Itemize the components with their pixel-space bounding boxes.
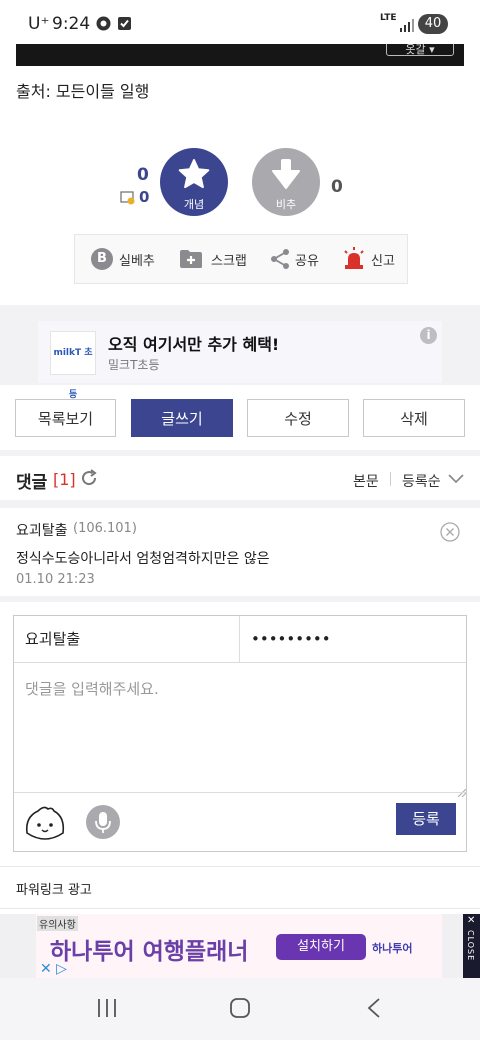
upvote-button[interactable]: 개념 (160, 148, 228, 216)
check-icon (117, 16, 132, 31)
spacer (0, 852, 480, 866)
share-label: 공유 (295, 253, 319, 269)
chevron-down-icon[interactable] (448, 470, 464, 489)
report-label: 신고 (371, 253, 395, 269)
comment-textarea[interactable]: 댓글을 입력해주세요. (25, 678, 159, 699)
section-divider-3 (0, 596, 480, 602)
status-bar: U⁺ 9:24 LTE 40 (0, 0, 480, 44)
battery-indicator: 40 (418, 14, 448, 34)
divider-line-2 (0, 908, 480, 909)
article-action-bar: B 실베추 스크랩 공유 신고 (74, 234, 408, 284)
microphone-icon[interactable] (86, 805, 120, 843)
sort-divider (390, 472, 391, 486)
folder-plus-icon (179, 249, 203, 269)
edit-button[interactable]: 수정 (247, 399, 349, 437)
list-button[interactable]: 목록보기 (15, 399, 116, 437)
section-divider (0, 450, 480, 456)
ad-notice[interactable]: 유의사항 (37, 916, 78, 931)
ad-close-strip[interactable]: ✕ CLOSE (463, 914, 480, 978)
comment-text: 정식수도승아니라서 엄청엄격하지만은 않은 (16, 551, 270, 567)
write-button[interactable]: 글쓰기 (131, 399, 233, 437)
promo-logo: milkT 초등 (50, 331, 96, 400)
aperture-icon (96, 16, 111, 31)
fixed-upvote-count: 0 (139, 188, 150, 206)
sort-body-button[interactable]: 본문 (353, 471, 379, 491)
comment-nickname[interactable]: 요괴탈출 (16, 520, 68, 540)
upvote-count: 0 (137, 165, 149, 185)
refresh-icon[interactable] (80, 469, 98, 491)
home-icon[interactable] (229, 997, 251, 1023)
delete-comment-icon[interactable] (440, 522, 460, 546)
submit-comment-button[interactable]: 등록 (396, 803, 456, 835)
comment-form: 요괴탈출 ••••••••• 댓글을 입력해주세요. 등록 (13, 615, 467, 852)
navigation-bar (0, 978, 480, 1040)
dccon-emoji-icon[interactable] (24, 803, 66, 845)
comment-time: 01.10 21:23 (16, 572, 95, 587)
sort-order-button[interactable]: 등록순 (402, 471, 441, 491)
source-text: 출처: 모든이들 일행 (16, 82, 150, 101)
recents-icon[interactable] (96, 998, 118, 1022)
ad-title: 하나투어 여행플래너 (50, 939, 249, 965)
back-icon[interactable] (366, 997, 382, 1023)
delete-button[interactable]: 삭제 (363, 399, 465, 437)
password-field[interactable]: ••••••••• (240, 616, 466, 663)
downvote-count: 0 (331, 177, 343, 197)
quality-select[interactable]: 옷갈 ▾ (386, 44, 454, 56)
info-icon[interactable]: i (420, 327, 437, 344)
powerlink-label: 파워링크 광고 (16, 883, 92, 898)
close-icon[interactable]: ✕ (467, 915, 475, 926)
scrap-label: 스크랩 (211, 253, 247, 269)
downvote-label: 비추 (275, 198, 297, 211)
upvote-label: 개념 (183, 198, 205, 211)
scrap-button[interactable]: 스크랩 (179, 235, 247, 283)
comment-count: [1] (53, 470, 76, 489)
form-divider (14, 792, 466, 793)
recommend-button[interactable]: B 실베추 (91, 235, 155, 283)
ad-install-button[interactable]: 설치하기 (276, 934, 366, 960)
ad-brand: 하나투어 (372, 942, 413, 955)
comment-ip: (106.101) (73, 521, 137, 536)
promo-subtitle: 밀크T초등 (108, 358, 160, 372)
comments-heading: 댓글 (16, 473, 48, 493)
ad-close-label[interactable]: CLOSE (466, 930, 475, 961)
section-divider-2 (0, 500, 480, 508)
signal-icon (400, 17, 414, 36)
siren-icon (342, 247, 366, 271)
share-button[interactable]: 공유 (269, 235, 319, 283)
fixed-upvote-icon (120, 190, 136, 209)
promo-title: 오직 여기서만 추가 혜택! (108, 335, 280, 354)
divider-line (0, 866, 480, 867)
recommend-label: 실베추 (119, 253, 155, 269)
ad-banner[interactable]: 유의사항 하나투어 여행플래너 설치하기 하나투어 ✕ ▷ (36, 914, 442, 978)
share-icon (269, 248, 291, 270)
report-button[interactable]: 신고 (342, 235, 395, 283)
carrier: U⁺ (28, 14, 50, 34)
star-icon (178, 158, 210, 193)
video-player[interactable]: 옷갈 ▾ (16, 44, 464, 66)
clock: 9:24 (52, 14, 91, 34)
network-type: LTE (380, 13, 397, 23)
adchoices-icon[interactable]: ✕ ▷ (40, 961, 67, 977)
b-badge-icon: B (91, 248, 113, 270)
arrow-down-icon (272, 158, 300, 193)
comment-item: 요괴탈출 (106.101) 정식수도승아니라서 엄청엄격하지만은 않은 01.… (0, 508, 480, 596)
promo-banner[interactable]: milkT 초등 오직 여기서만 추가 혜택! 밀크T초등 i (38, 321, 442, 400)
nickname-field[interactable]: 요괴탈출 (14, 616, 240, 663)
downvote-button[interactable]: 비추 (252, 148, 320, 216)
